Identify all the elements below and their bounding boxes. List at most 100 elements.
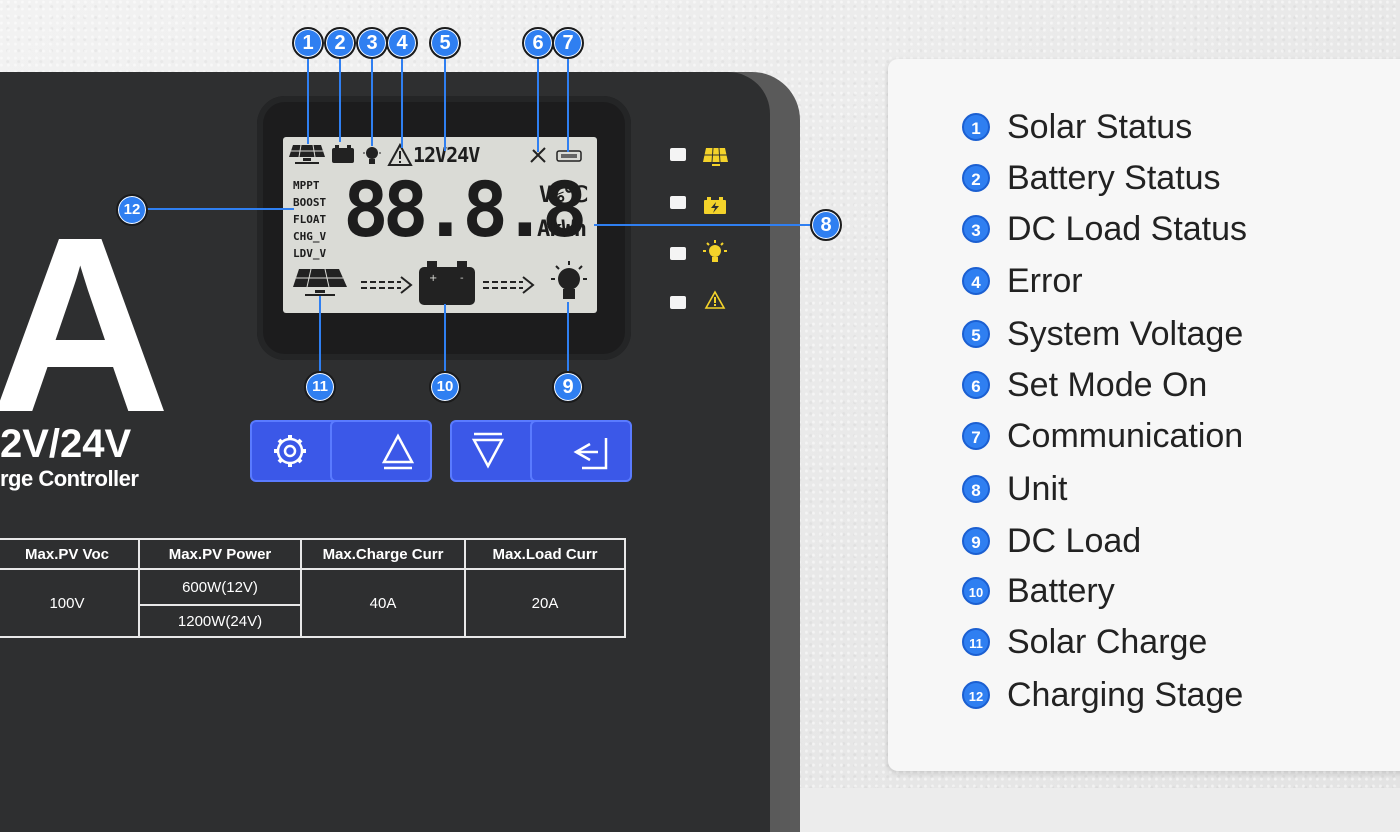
legend-label: Charging Stage <box>1007 675 1244 714</box>
legend-label: Set Mode On <box>1007 365 1208 404</box>
stage-chg-v: CHG_V <box>293 230 327 243</box>
legend-number: 10 <box>962 577 990 605</box>
legend-panel: 1 Solar Status 2 Battery Status 3 DC Loa… <box>888 59 1400 771</box>
solar-led <box>670 148 686 161</box>
up-button[interactable] <box>330 420 432 482</box>
brand-name: rge Controller <box>0 466 139 491</box>
stage-boost: BOOST <box>293 196 327 209</box>
error-led <box>670 296 686 309</box>
unit-line-2: AkWh <box>537 217 587 242</box>
battery-status-icon <box>332 145 354 163</box>
stage-mppt: MPPT <box>293 179 320 192</box>
marker-5: 5 <box>429 27 461 59</box>
legend-item-10: 10 Battery <box>962 571 1115 611</box>
legend-label: Solar Charge <box>1007 622 1208 661</box>
legend-item-4: 4 Error <box>962 261 1083 301</box>
marker-3: 3 <box>356 27 388 59</box>
legend-number: 1 <box>962 113 990 141</box>
legend-label: DC Load <box>1007 521 1142 560</box>
legend-number: 8 <box>962 475 990 503</box>
marker-10: 10 <box>429 371 461 403</box>
lcd-screen: + - MPPT BOOST FLOAT CHG_V LDV_V 12V24V … <box>283 137 597 313</box>
callout-line-4 <box>401 56 403 148</box>
marker-7: 7 <box>552 27 584 59</box>
unit-line-1: V%℃ <box>539 183 588 208</box>
battery-led-icon <box>704 197 726 214</box>
legend-number: 11 <box>962 628 990 656</box>
legend-number: 9 <box>962 527 990 555</box>
flow-arrow-icon-2 <box>483 276 535 294</box>
legend-label: Solar Status <box>1007 107 1193 146</box>
solar-status-icon <box>289 144 325 164</box>
callout-line-8 <box>594 224 814 226</box>
return-button[interactable] <box>530 420 632 482</box>
marker-8: 8 <box>810 209 842 241</box>
error-icon <box>387 142 413 166</box>
legend-item-8: 8 Unit <box>962 469 1067 509</box>
brand-big-letter: A <box>0 185 171 464</box>
callout-line-12 <box>144 208 294 210</box>
header-pv-voc: Max.PV Voc <box>0 538 140 570</box>
header-charge-curr: Max.Charge Curr <box>300 538 466 570</box>
led-indicator-icons <box>703 147 728 309</box>
legend-number: 2 <box>962 164 990 192</box>
legend-item-1: 1 Solar Status <box>962 107 1192 147</box>
legend-number: 12 <box>962 681 990 709</box>
cell-pv-power-12v: 600W(12V) <box>138 568 302 606</box>
callout-line-3 <box>371 56 373 146</box>
solar-led-icon <box>703 147 728 166</box>
svg-text:-: - <box>460 273 464 284</box>
legend-item-6: 6 Set Mode On <box>962 365 1207 405</box>
legend-number: 7 <box>962 422 990 450</box>
up-triangle-icon <box>381 433 415 470</box>
solar-charge-icon <box>293 268 347 296</box>
callout-line-11 <box>319 296 321 378</box>
header-pv-power: Max.PV Power <box>138 538 302 570</box>
callout-line-6 <box>537 56 539 152</box>
return-arrow-icon <box>573 438 608 470</box>
cell-charge-curr: 40A <box>300 568 466 638</box>
callout-line-7 <box>567 56 569 152</box>
legend-item-12: 12 Charging Stage <box>962 675 1243 715</box>
charging-stage-list: MPPT BOOST FLOAT CHG_V LDV_V <box>293 177 326 262</box>
marker-2: 2 <box>324 27 356 59</box>
communication-icon <box>556 150 582 162</box>
stage-float: FLOAT <box>293 213 327 226</box>
legend-number: 6 <box>962 371 990 399</box>
battery-led <box>670 196 686 209</box>
legend-label: Battery Status <box>1007 158 1221 197</box>
legend-item-7: 7 Communication <box>962 416 1243 456</box>
stage-ldv-v: LDV_V <box>293 247 327 260</box>
legend-item-3: 3 DC Load Status <box>962 209 1247 249</box>
legend-item-11: 11 Solar Charge <box>962 622 1207 662</box>
flow-arrow-icon <box>361 276 413 294</box>
cell-pv-voc: 100V <box>0 568 140 638</box>
legend-label: System Voltage <box>1007 314 1244 353</box>
marker-9: 9 <box>552 371 584 403</box>
marker-11: 11 <box>304 371 336 403</box>
marker-4: 4 <box>386 27 418 59</box>
legend-number: 3 <box>962 215 990 243</box>
legend-item-9: 9 DC Load <box>962 521 1141 561</box>
legend-item-5: 5 System Voltage <box>962 314 1243 354</box>
load-status-icon <box>363 147 381 164</box>
load-led <box>670 247 686 260</box>
callout-line-5 <box>444 56 446 151</box>
legend-number: 4 <box>962 267 990 295</box>
callout-line-10 <box>444 304 446 378</box>
spec-table: Max.PV Voc Max.PV Power Max.Charge Curr … <box>0 538 626 638</box>
marker-6: 6 <box>522 27 554 59</box>
battery-icon: + - <box>419 261 475 305</box>
legend-label: Error <box>1007 261 1083 300</box>
callout-line-1 <box>307 56 309 144</box>
callout-line-2 <box>339 56 341 142</box>
legend-number: 5 <box>962 320 990 348</box>
legend-label: Communication <box>1007 416 1244 455</box>
legend-label: DC Load Status <box>1007 209 1248 248</box>
marker-12: 12 <box>116 194 148 226</box>
legend-label: Unit <box>1007 469 1068 508</box>
error-led-icon <box>704 290 726 309</box>
brand-voltage: 2V/24V <box>0 422 132 466</box>
dc-load-icon <box>551 261 587 299</box>
system-voltage-label: 12V24V <box>413 143 480 167</box>
